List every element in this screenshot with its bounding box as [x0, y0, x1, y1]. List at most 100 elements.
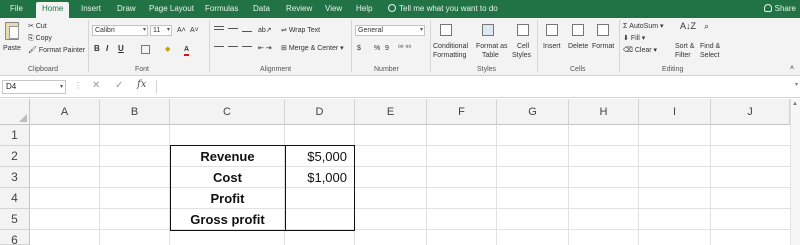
- row-header-4[interactable]: 4: [0, 188, 30, 209]
- bottom-align-icon[interactable]: [242, 31, 252, 32]
- italic-button[interactable]: I: [106, 44, 108, 54]
- tab-formulas[interactable]: Formulas: [199, 2, 244, 18]
- enter-icon[interactable]: ✓: [115, 80, 123, 91]
- decimal-icons[interactable]: ⁰⁰ ⁰⁰: [398, 44, 411, 53]
- sort-filter-label-2: Filter: [675, 52, 691, 59]
- tab-insert[interactable]: Insert: [75, 2, 107, 18]
- column-header-c[interactable]: C: [170, 99, 285, 125]
- fill-color-icon[interactable]: ◆: [165, 45, 170, 54]
- insert-function-button[interactable]: fx: [137, 79, 146, 90]
- cell-c5[interactable]: Gross profit: [170, 209, 285, 230]
- paste-button[interactable]: Paste: [3, 44, 21, 53]
- delete-cells-icon[interactable]: [572, 24, 584, 36]
- fill-button[interactable]: ⬇ Fill ▾: [623, 34, 645, 43]
- vertical-scrollbar[interactable]: ▲: [790, 99, 800, 245]
- formula-input[interactable]: [156, 80, 792, 94]
- indent-icons[interactable]: ⇤ ⇥: [258, 44, 272, 53]
- currency-button[interactable]: $: [357, 44, 361, 53]
- column-header-g[interactable]: G: [497, 99, 569, 125]
- bold-button[interactable]: B: [94, 44, 100, 54]
- cancel-icon[interactable]: ✕: [92, 80, 100, 91]
- wrap-text-button[interactable]: ⇌ Wrap Text: [281, 26, 320, 35]
- column-header-d[interactable]: D: [285, 99, 355, 125]
- tab-draw[interactable]: Draw: [111, 2, 142, 18]
- tab-view[interactable]: View: [319, 2, 348, 18]
- tab-file[interactable]: File: [4, 2, 29, 18]
- find-select-button[interactable]: Find &: [700, 42, 720, 51]
- tab-review[interactable]: Review: [280, 2, 318, 18]
- format-cells-button[interactable]: Format: [592, 42, 614, 51]
- tell-me-search[interactable]: Tell me what you want to do: [388, 2, 498, 16]
- collapse-ribbon-icon[interactable]: ˄: [790, 64, 794, 73]
- cell-d2[interactable]: $5,000: [285, 146, 355, 167]
- paste-icon[interactable]: [5, 22, 19, 40]
- format-cells-icon[interactable]: [597, 24, 609, 36]
- cell-d4[interactable]: [285, 188, 355, 209]
- middle-align-icon[interactable]: [228, 28, 238, 29]
- align-right-icon[interactable]: [242, 46, 252, 47]
- tab-help[interactable]: Help: [350, 2, 378, 18]
- expand-formula-icon[interactable]: ▾: [795, 81, 798, 88]
- borders-icon[interactable]: [141, 45, 150, 54]
- clear-label: Clear: [634, 47, 652, 54]
- tab-page-layout[interactable]: Page Layout: [143, 2, 200, 18]
- cut-button[interactable]: ✂ Cut: [28, 22, 47, 31]
- font-color-icon[interactable]: A: [184, 45, 190, 56]
- gridline: [99, 125, 100, 245]
- tab-home[interactable]: Home: [36, 2, 70, 18]
- merge-center-button[interactable]: ⊞ Merge & Center ▾: [281, 44, 344, 53]
- percent-button[interactable]: %: [374, 44, 380, 53]
- column-header-i[interactable]: I: [639, 99, 711, 125]
- delete-cells-button[interactable]: Delete: [568, 42, 588, 51]
- align-left-icon[interactable]: [214, 46, 224, 47]
- row-header-5[interactable]: 5: [0, 209, 30, 230]
- row-header-2[interactable]: 2: [0, 146, 30, 167]
- underline-button[interactable]: U: [118, 44, 124, 54]
- cell-d3[interactable]: $1,000: [285, 167, 355, 188]
- cell-c4[interactable]: Profit: [170, 188, 285, 209]
- align-center-icon[interactable]: [228, 46, 238, 47]
- cell-c3[interactable]: Cost: [170, 167, 285, 188]
- column-header-h[interactable]: H: [569, 99, 639, 125]
- find-select-icon[interactable]: ⌕: [704, 22, 709, 31]
- format-painter-button[interactable]: 🖌 Format Painter: [28, 46, 85, 55]
- row-header-6[interactable]: 6: [0, 230, 30, 245]
- font-group-label: Font: [135, 66, 150, 73]
- select-all-button[interactable]: [0, 99, 30, 125]
- column-header-e[interactable]: E: [355, 99, 427, 125]
- cell-styles-button[interactable]: Cell: [517, 42, 529, 51]
- font-size-select[interactable]: 11 ▾: [150, 25, 172, 36]
- orientation-icon[interactable]: ab↗: [258, 26, 272, 35]
- sort-filter-button[interactable]: Sort &: [675, 42, 694, 51]
- number-format-select[interactable]: General ▾: [355, 25, 425, 36]
- comma-button[interactable]: 9: [385, 44, 389, 53]
- conditional-formatting-icon[interactable]: [440, 24, 452, 36]
- copy-button[interactable]: ⎘ Copy: [28, 34, 52, 43]
- autosum-button[interactable]: Σ AutoSum ▾: [623, 22, 664, 31]
- decrease-font-icon[interactable]: A˅: [190, 26, 199, 35]
- tab-data[interactable]: Data: [247, 2, 276, 18]
- share-button[interactable]: Share: [763, 2, 796, 16]
- clear-button[interactable]: ⌫ Clear ▾: [623, 46, 657, 55]
- conditional-formatting-button[interactable]: Conditional: [433, 42, 468, 51]
- column-header-j[interactable]: J: [711, 99, 790, 125]
- gridline: [496, 125, 497, 245]
- increase-font-icon[interactable]: A˄: [177, 26, 186, 35]
- row-header-1[interactable]: 1: [0, 125, 30, 146]
- cell-c2[interactable]: Revenue: [170, 146, 285, 167]
- cell-d5[interactable]: [285, 209, 355, 230]
- insert-cells-button[interactable]: Insert: [543, 42, 561, 51]
- column-header-a[interactable]: A: [30, 99, 100, 125]
- font-name-select[interactable]: Calibri ▾: [92, 25, 148, 36]
- cell-styles-icon[interactable]: [517, 24, 529, 36]
- format-as-table-button[interactable]: Format as: [476, 42, 508, 51]
- row-header-3[interactable]: 3: [0, 167, 30, 188]
- top-align-icon[interactable]: [214, 26, 224, 27]
- column-header-f[interactable]: F: [427, 99, 497, 125]
- sort-filter-icon[interactable]: A↓Z: [680, 22, 696, 31]
- name-box[interactable]: D4 ▾: [2, 80, 66, 94]
- insert-cells-icon[interactable]: [546, 24, 558, 36]
- column-header-b[interactable]: B: [100, 99, 170, 125]
- scroll-up-icon[interactable]: ▲: [792, 101, 798, 107]
- format-as-table-icon[interactable]: [482, 24, 494, 36]
